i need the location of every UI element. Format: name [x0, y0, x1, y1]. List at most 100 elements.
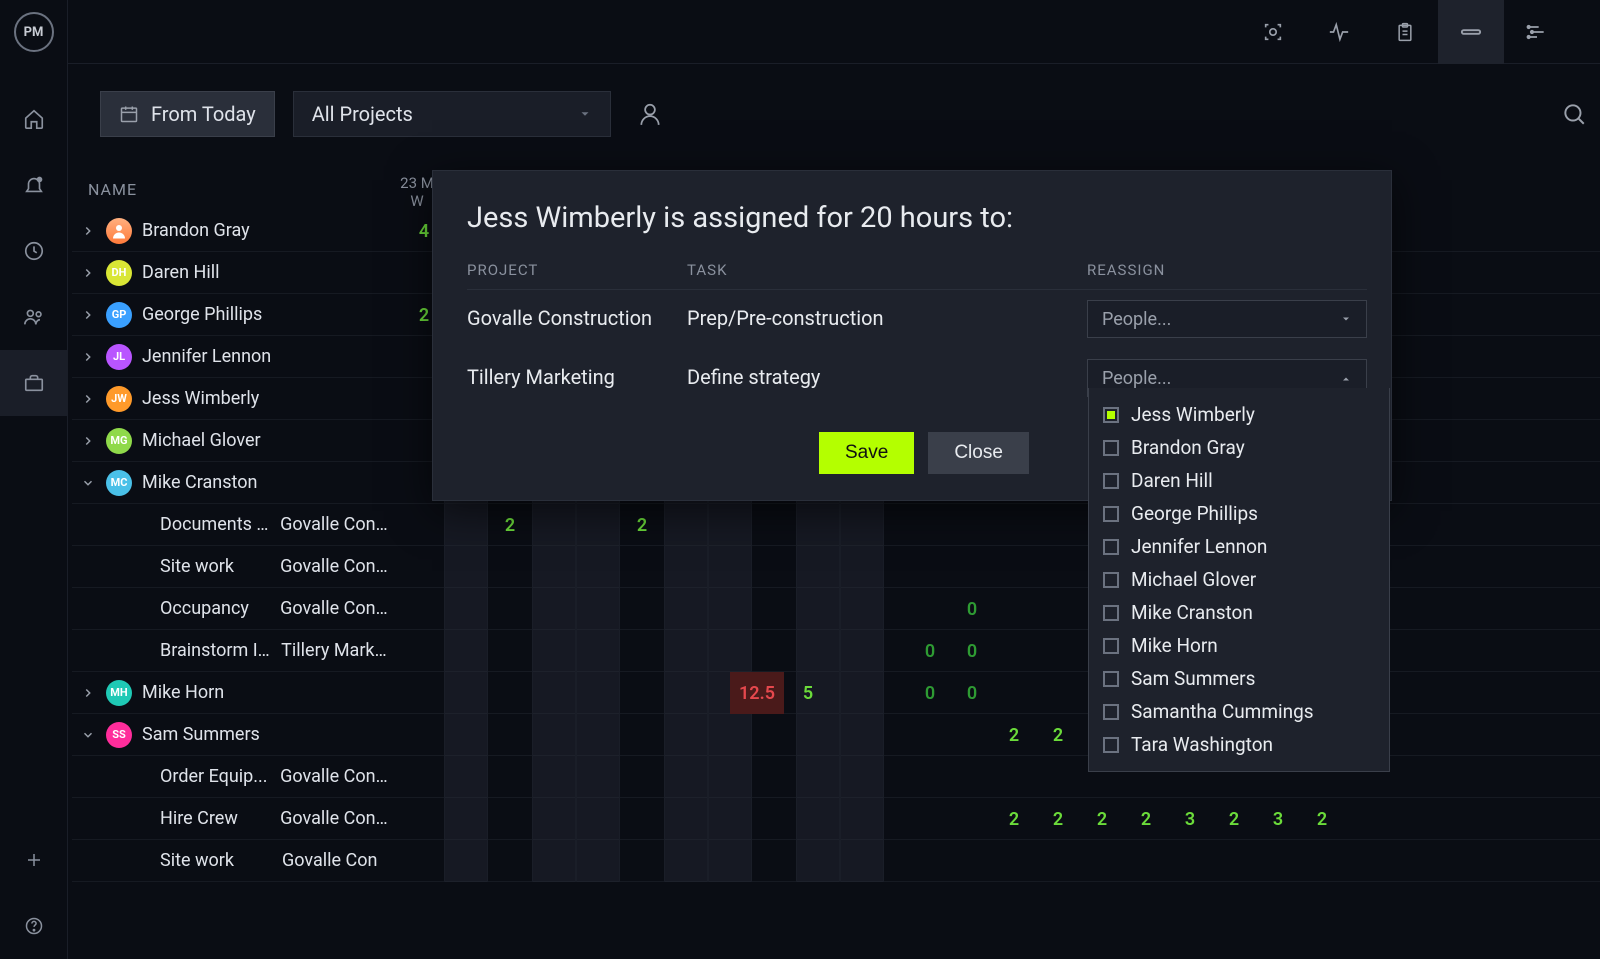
checkbox[interactable] [1103, 638, 1119, 654]
person-row[interactable]: GPGeorge Phillips [72, 294, 388, 336]
projects-select[interactable]: All Projects [293, 91, 611, 137]
grid-row: 00 [388, 630, 1600, 672]
checkbox[interactable] [1103, 440, 1119, 456]
dropdown-option[interactable]: Jess Wimberly [1089, 398, 1389, 431]
search-icon[interactable] [1548, 88, 1600, 140]
person-row[interactable]: DHDaren Hill [72, 252, 388, 294]
task-row[interactable]: Order Equip...Govalle Con... [72, 756, 388, 798]
person-row[interactable]: SSSam Summers [72, 714, 388, 756]
bell-icon[interactable] [0, 152, 68, 218]
expand-icon[interactable] [80, 728, 96, 742]
workload-cell[interactable]: 3 [1168, 798, 1212, 840]
dropdown-option[interactable]: Daren Hill [1089, 464, 1389, 497]
scan-icon[interactable] [1240, 0, 1306, 64]
checkbox[interactable] [1103, 605, 1119, 621]
workload-cell[interactable]: 0 [950, 588, 994, 630]
person-row[interactable]: MCMike Cranston [72, 462, 388, 504]
expand-icon[interactable] [80, 266, 96, 280]
dropdown-option[interactable]: George Phillips [1089, 497, 1389, 530]
help-icon[interactable] [0, 893, 68, 959]
workload-cell[interactable]: 2 [620, 504, 664, 546]
expand-icon[interactable] [80, 392, 96, 406]
person-name: Mike Horn [142, 682, 224, 703]
workload-icon[interactable] [1438, 0, 1504, 64]
checkbox[interactable] [1103, 704, 1119, 720]
expand-icon[interactable] [80, 350, 96, 364]
workload-cell[interactable]: 2 [1212, 798, 1256, 840]
grid-row [388, 840, 1600, 882]
checkbox[interactable] [1103, 737, 1119, 753]
person-row[interactable]: JW Jess Wimberly [72, 378, 388, 420]
dropdown-option[interactable]: Tara Washington [1089, 728, 1389, 761]
person-row[interactable]: JLJennifer Lennon [72, 336, 388, 378]
plus-icon[interactable] [0, 827, 68, 893]
task-row[interactable]: Hire CrewGovalle Con... [72, 798, 388, 840]
dropdown-option-label: Jennifer Lennon [1131, 535, 1267, 558]
clock-icon[interactable] [0, 218, 68, 284]
activity-icon[interactable] [1306, 0, 1372, 64]
gantt-icon[interactable] [1504, 0, 1570, 64]
project-name: Govalle Con [282, 850, 377, 871]
person-row[interactable]: Brandon Gray [72, 210, 388, 252]
workload-cell[interactable]: 3 [1256, 798, 1300, 840]
task-row[interactable]: Site workGovalle Con... [72, 546, 388, 588]
task-row[interactable]: Site workGovalle Con [72, 840, 388, 882]
chevron-down-icon [1340, 313, 1352, 325]
clipboard-icon[interactable] [1372, 0, 1438, 64]
workload-cell[interactable]: 2 [1080, 798, 1124, 840]
workload-cell[interactable]: 2 [992, 798, 1036, 840]
checkbox[interactable] [1103, 506, 1119, 522]
expand-icon[interactable] [80, 434, 96, 448]
modal-header-task: TASK [687, 261, 1087, 290]
workload-cell[interactable]: 0 [908, 672, 952, 714]
expand-icon[interactable] [80, 308, 96, 322]
person-name: Jess Wimberly [142, 388, 259, 409]
dropdown-option-label: Sam Summers [1131, 667, 1255, 690]
dropdown-option[interactable]: Samantha Cummings [1089, 695, 1389, 728]
checkbox[interactable] [1103, 539, 1119, 555]
workload-cell[interactable]: 2 [1036, 798, 1080, 840]
close-button[interactable]: Close [928, 432, 1029, 474]
expand-icon[interactable] [80, 224, 96, 238]
expand-icon[interactable] [80, 686, 96, 700]
project-name: Govalle Con... [280, 514, 388, 535]
dropdown-option[interactable]: Mike Horn [1089, 629, 1389, 662]
app-logo[interactable]: PM [14, 12, 54, 52]
workload-cell[interactable]: 0 [908, 630, 952, 672]
workload-cell[interactable]: 2 [992, 714, 1036, 756]
person-filter-icon[interactable] [637, 100, 663, 128]
avatar: JW [106, 386, 132, 412]
expand-icon[interactable] [80, 476, 96, 490]
task-row[interactable]: OccupancyGovalle Con... [72, 588, 388, 630]
workload-cell[interactable]: 2 [1036, 714, 1080, 756]
checkbox[interactable] [1103, 572, 1119, 588]
checkbox[interactable] [1103, 671, 1119, 687]
workload-cell[interactable]: 2 [1300, 798, 1344, 840]
workload-cell[interactable]: 2 [488, 504, 532, 546]
briefcase-icon[interactable] [0, 350, 68, 416]
workload-cell[interactable]: 0 [950, 672, 994, 714]
workload-cell[interactable]: 0 [950, 630, 994, 672]
dropdown-option[interactable]: Sam Summers [1089, 662, 1389, 695]
task-name: Occupancy [160, 598, 270, 619]
save-button[interactable]: Save [819, 432, 914, 474]
chevron-up-icon [1340, 373, 1352, 385]
dropdown-option[interactable]: Jennifer Lennon [1089, 530, 1389, 563]
checkbox[interactable] [1103, 407, 1119, 423]
person-row[interactable]: MGMichael Glover [72, 420, 388, 462]
workload-cell[interactable]: 2 [1124, 798, 1168, 840]
workload-cell[interactable]: 5 [786, 672, 830, 714]
people-icon[interactable] [0, 284, 68, 350]
checkbox[interactable] [1103, 473, 1119, 489]
from-today-label: From Today [151, 102, 256, 126]
from-today-button[interactable]: From Today [100, 91, 275, 137]
home-icon[interactable] [0, 86, 68, 152]
workload-cell[interactable]: 12.5 [730, 672, 784, 714]
dropdown-option[interactable]: Mike Cranston [1089, 596, 1389, 629]
task-row[interactable]: Brainstorm I...Tillery Mark... [72, 630, 388, 672]
dropdown-option[interactable]: Michael Glover [1089, 563, 1389, 596]
person-row[interactable]: MHMike Horn [72, 672, 388, 714]
reassign-select-0[interactable]: People... [1087, 300, 1367, 338]
dropdown-option[interactable]: Brandon Gray [1089, 431, 1389, 464]
task-row[interactable]: Documents ...Govalle Con... [72, 504, 388, 546]
